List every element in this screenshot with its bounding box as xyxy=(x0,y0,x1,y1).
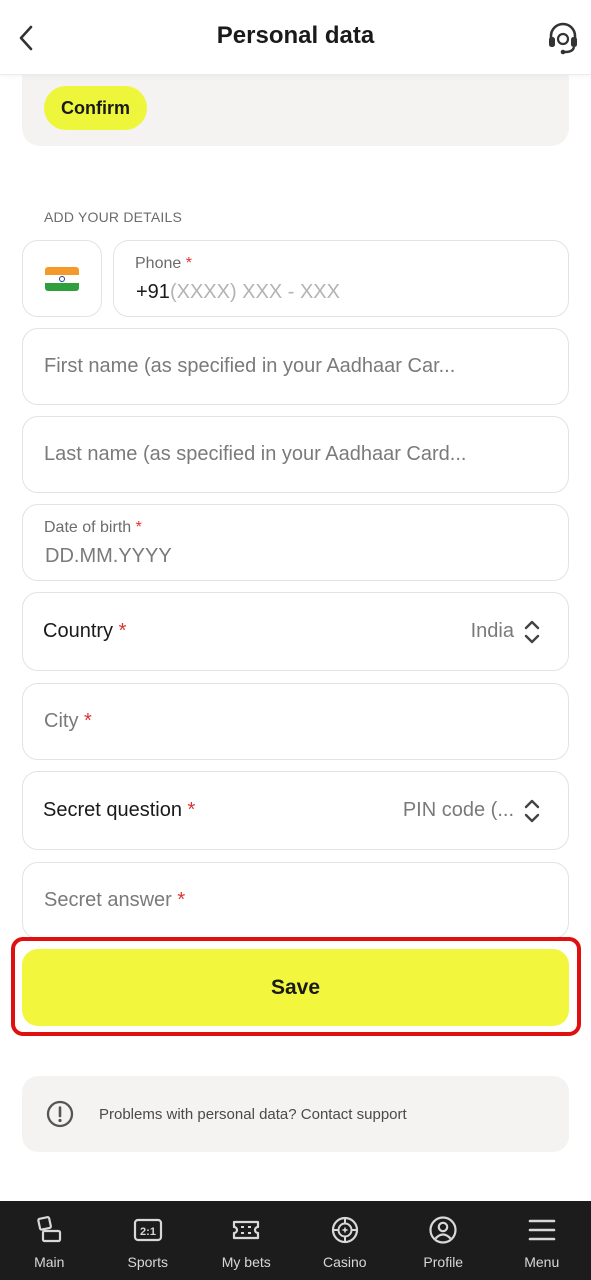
support-button[interactable] xyxy=(545,20,581,56)
page-title: Personal data xyxy=(216,22,375,49)
secret-question-label: Secret question * xyxy=(43,799,196,821)
required-mark: * xyxy=(177,889,186,911)
country-select[interactable]: Country * India xyxy=(22,592,569,671)
section-title: ADD YOUR DETAILS xyxy=(44,209,183,225)
date-of-birth-label: Date of birth * xyxy=(44,519,142,536)
date-of-birth-field[interactable]: Date of birth * DD.MM.YYYY xyxy=(22,504,569,581)
city-placeholder: City * xyxy=(44,710,92,732)
secret-question-value: PIN code (... xyxy=(402,799,514,821)
menu-icon xyxy=(528,1219,556,1241)
header-bar: Personal data xyxy=(0,0,591,75)
required-mark: * xyxy=(187,799,196,821)
save-button[interactable]: Save xyxy=(22,949,569,1026)
required-mark: * xyxy=(118,620,127,642)
phone-label: Phone * xyxy=(135,255,192,272)
nav-item-menu[interactable]: Menu xyxy=(493,1201,591,1280)
bottom-navigation: Main 2:1 Sports My bets Casino Profile M… xyxy=(0,1201,591,1280)
last-name-field[interactable]: Last name (as specified in your Aadhaar … xyxy=(22,416,569,493)
country-label: Country * xyxy=(43,620,127,642)
support-notice-card[interactable]: Problems with personal data? Contact sup… xyxy=(22,1076,569,1152)
nav-label-my-bets: My bets xyxy=(221,1254,271,1270)
nav-label-main: Main xyxy=(34,1254,65,1270)
casino-chip-icon xyxy=(331,1216,358,1244)
required-mark: * xyxy=(135,519,142,536)
profile-icon xyxy=(429,1216,457,1244)
date-of-birth-placeholder: DD.MM.YYYY xyxy=(45,545,172,567)
required-mark: * xyxy=(84,710,92,732)
nav-label-sports: Sports xyxy=(127,1254,168,1270)
nav-item-profile[interactable]: Profile xyxy=(394,1201,493,1280)
last-name-placeholder: Last name (as specified in your Aadhaar … xyxy=(44,443,467,465)
chevron-up-down-icon xyxy=(524,620,540,644)
nav-label-menu: Menu xyxy=(524,1254,560,1270)
chevron-up-down-icon xyxy=(524,799,540,823)
secret-question-select[interactable]: Secret question * PIN code (... xyxy=(22,771,569,850)
sports-icon: 2:1 xyxy=(133,1218,162,1242)
city-field[interactable]: City * xyxy=(22,683,569,760)
country-code-selector[interactable] xyxy=(22,240,102,317)
main-icon xyxy=(37,1216,62,1243)
phone-prefix: +91 xyxy=(136,281,170,303)
nav-item-main[interactable]: Main xyxy=(0,1201,99,1280)
first-name-field[interactable]: First name (as specified in your Aadhaar… xyxy=(22,328,569,405)
headset-support-icon xyxy=(549,22,577,55)
secret-answer-placeholder: Secret answer * xyxy=(44,889,186,911)
required-mark: * xyxy=(185,255,192,272)
confirm-button[interactable]: Confirm xyxy=(44,86,147,130)
nav-item-my-bets[interactable]: My bets xyxy=(197,1201,296,1280)
phone-input[interactable]: +91(XXXX) XXX - XXX xyxy=(136,281,340,304)
info-alert-icon xyxy=(46,1100,74,1128)
india-flag-icon xyxy=(45,266,79,291)
phone-field[interactable]: Phone * +91(XXXX) XXX - XXX xyxy=(113,240,569,317)
nav-label-profile: Profile xyxy=(423,1254,464,1270)
svg-text:2:1: 2:1 xyxy=(140,1226,156,1238)
ticket-icon xyxy=(233,1220,260,1240)
nav-item-sports[interactable]: 2:1 Sports xyxy=(99,1201,198,1280)
nav-label-casino: Casino xyxy=(322,1254,367,1270)
first-name-placeholder: First name (as specified in your Aadhaar… xyxy=(44,355,456,377)
country-value: India xyxy=(470,620,514,642)
support-notice-text: Problems with personal data? Contact sup… xyxy=(99,1105,407,1123)
secret-answer-field[interactable]: Secret answer * xyxy=(22,862,569,939)
nav-item-casino[interactable]: Casino xyxy=(296,1201,395,1280)
phone-mask: (XXXX) XXX - XXX xyxy=(169,281,340,303)
